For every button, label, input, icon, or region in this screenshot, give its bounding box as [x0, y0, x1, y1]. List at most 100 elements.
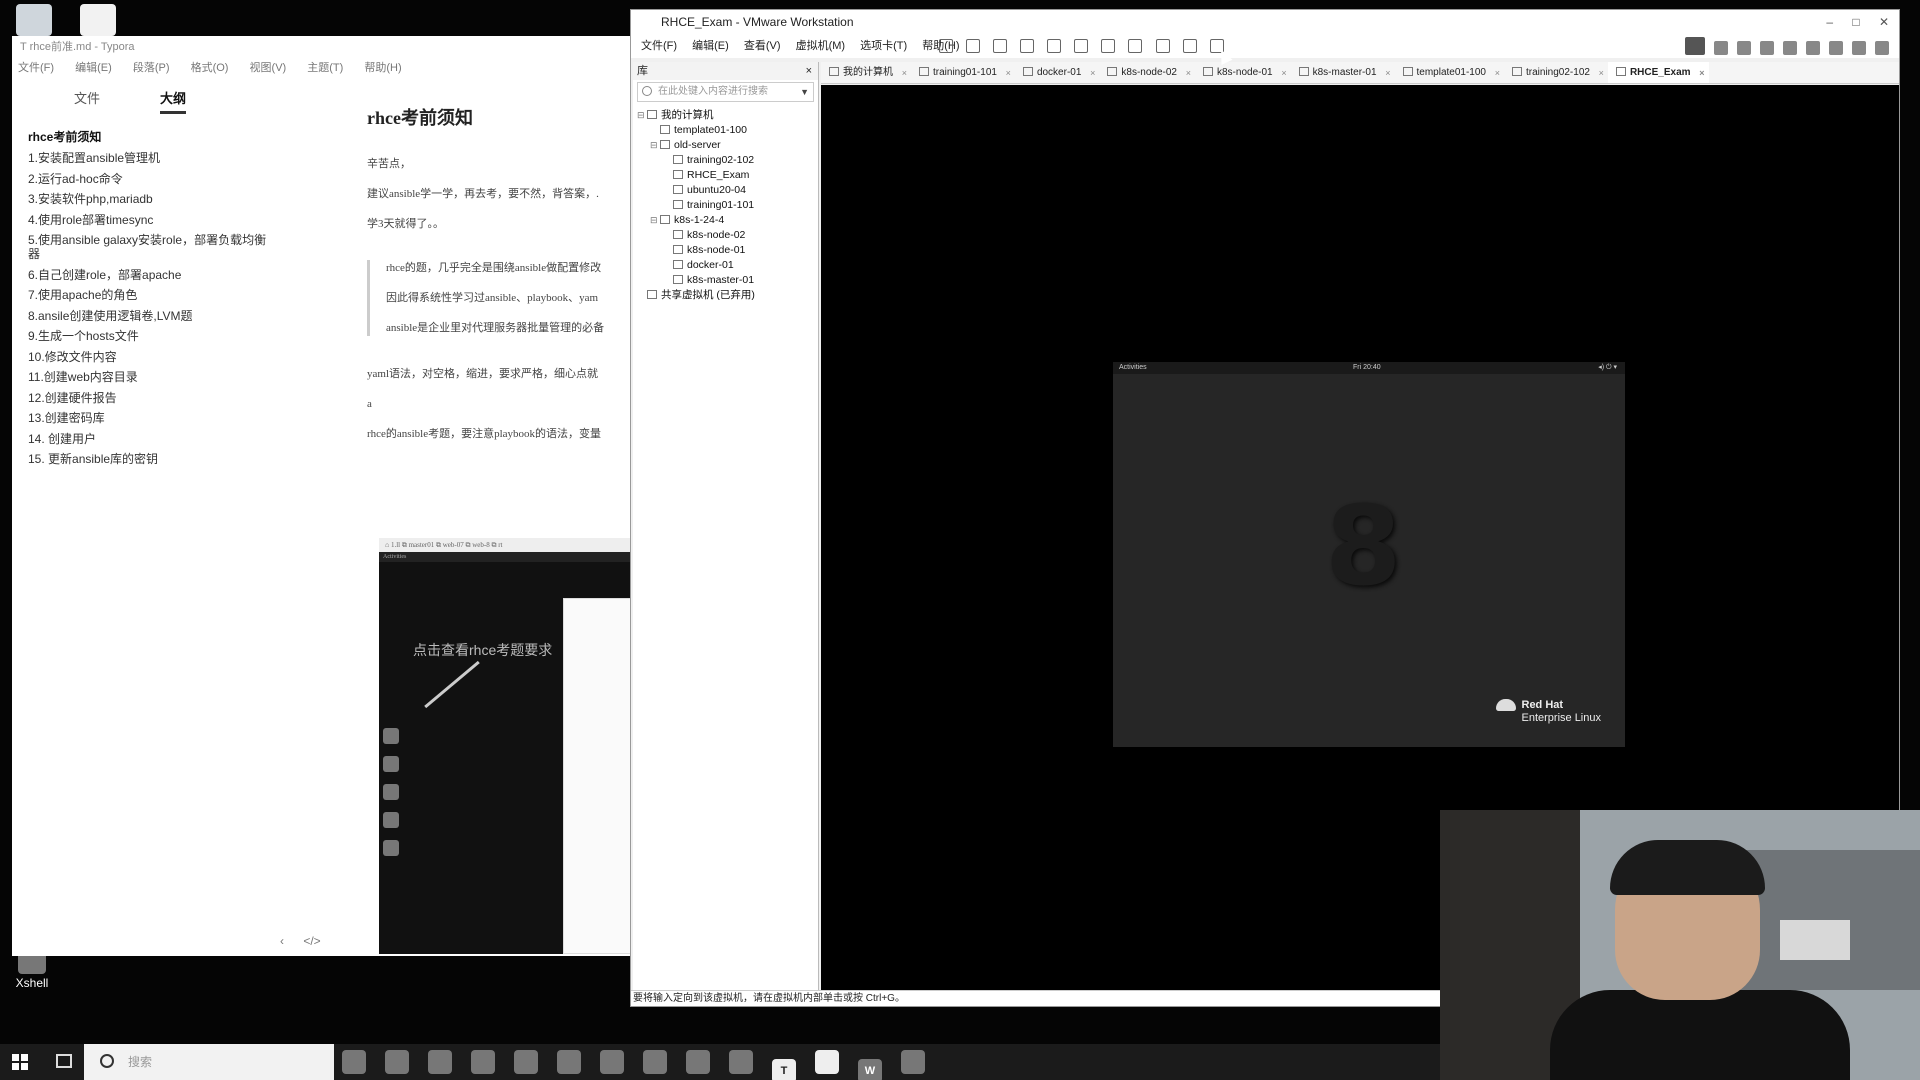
chinese-mode-icon[interactable] [1713, 41, 1728, 55]
outline-item[interactable]: 13.创建密码库 [28, 411, 268, 425]
vm-tab[interactable]: RHCE_Exam × [1607, 62, 1709, 83]
notepad-icon[interactable] [600, 1050, 624, 1074]
vpn-icon[interactable] [686, 1050, 710, 1074]
settings-icon[interactable] [1875, 41, 1889, 55]
outline-item[interactable]: 10.修改文件内容 [28, 350, 268, 364]
menu-tabs[interactable]: 选项卡(T) [860, 40, 907, 52]
clock[interactable]: Fri 20:40 [1353, 362, 1381, 374]
tree-node[interactable]: ⊟ 我的计算机 [633, 108, 818, 123]
guest-display[interactable]: Activities Fri 20:40 ◂) ⏻ ▾ 8 Red Hat En… [1113, 362, 1625, 747]
fullscreen-icon[interactable] [1128, 39, 1143, 53]
tree-node[interactable]: ⊟ old-server [633, 138, 818, 153]
close-icon[interactable]: × [806, 62, 812, 80]
close-icon[interactable]: × [1495, 62, 1500, 83]
menu-help[interactable]: 帮助(H) [364, 62, 401, 74]
remote-desktop-icon[interactable] [901, 1050, 925, 1074]
vm-tab[interactable]: template01-100 × [1395, 62, 1505, 83]
tree-toggle-icon[interactable]: ⊟ [650, 138, 660, 153]
wechat-icon[interactable] [514, 1050, 538, 1074]
close-icon[interactable]: × [1090, 62, 1095, 83]
file-explorer-icon[interactable] [729, 1050, 753, 1074]
punctuation-icon[interactable] [1736, 41, 1751, 55]
cloud-icon[interactable] [1828, 41, 1843, 55]
menu-format[interactable]: 格式(O) [191, 62, 229, 74]
vim-icon[interactable] [471, 1050, 495, 1074]
tree-node[interactable]: ubuntu20-04 [633, 183, 818, 198]
chrome-icon[interactable] [385, 1050, 409, 1074]
outline-item[interactable]: 12.创建硬件报告 [28, 391, 268, 405]
desktop-icon-xshell[interactable]: Xshell [2, 950, 62, 990]
tree-toggle-icon[interactable]: ⊟ [650, 213, 660, 228]
outline-item[interactable]: 15. 更新ansible库的密钥 [28, 452, 268, 466]
unity-icon[interactable] [1155, 39, 1170, 53]
vm-tab[interactable]: k8s-master-01 × [1291, 62, 1395, 83]
revert-snapshot-icon[interactable] [1020, 39, 1035, 53]
sogou-ime-icon[interactable] [1684, 37, 1705, 55]
typora-window[interactable]: T rhce前准.md - Typora 文件(F) 编辑(E) 段落(P) 格… [12, 36, 632, 956]
close-icon[interactable]: × [1699, 62, 1704, 83]
tree-node[interactable]: k8s-node-01 [633, 243, 818, 258]
vmware-icon[interactable] [815, 1050, 839, 1074]
tree-node[interactable]: training01-101 [633, 198, 818, 213]
wps-icon[interactable]: W [858, 1059, 882, 1080]
close-icon[interactable]: × [1186, 62, 1191, 83]
keyboard-icon[interactable] [1782, 41, 1797, 55]
outline-item[interactable]: 1.安装配置ansible管理机 [28, 151, 268, 165]
windows-start-icon[interactable] [12, 1054, 28, 1070]
outline-item[interactable]: 7.使用apache的角色 [28, 288, 268, 302]
menu-edit[interactable]: 编辑(E) [75, 62, 112, 74]
tab-files[interactable]: 文件 [74, 88, 100, 107]
tree-node[interactable]: docker-01 [633, 258, 818, 273]
back-icon[interactable]: ‹ [280, 934, 284, 948]
editor-pane[interactable]: rhce考前须知 辛苦点， 建议ansible学一学，再去考，要不然，背答案，.… [367, 104, 632, 954]
menu-file[interactable]: 文件(F) [18, 62, 54, 74]
activities-button[interactable]: Activities [1119, 364, 1147, 371]
outline-item[interactable]: 4.使用role部署timesync [28, 213, 268, 227]
menu-view[interactable]: 查看(V) [744, 40, 781, 52]
tree-node[interactable]: k8s-master-01 [633, 273, 818, 288]
close-icon[interactable]: ✕ [1879, 15, 1889, 29]
snapshot-manager-icon[interactable] [1047, 39, 1062, 53]
skin-icon[interactable] [1805, 41, 1820, 55]
vm-tab[interactable]: k8s-node-02 × [1099, 62, 1195, 83]
source-code-icon[interactable]: </> [303, 934, 320, 948]
tree-toggle-icon[interactable]: ⊟ [637, 108, 647, 123]
tree-node[interactable]: k8s-node-02 [633, 228, 818, 243]
toolbox-icon[interactable] [1851, 41, 1866, 55]
close-icon[interactable]: × [1281, 62, 1286, 83]
minimize-icon[interactable]: – [1826, 15, 1833, 29]
maximize-icon[interactable]: □ [1852, 15, 1859, 29]
tree-node[interactable]: ⊟ k8s-1-24-4 [633, 213, 818, 228]
tab-outline[interactable]: 大纲 [160, 88, 187, 114]
vm-tab[interactable]: docker-01 × [1015, 62, 1099, 83]
outline-item[interactable]: 11.创建web内容目录 [28, 370, 268, 384]
snapshot-icon[interactable] [993, 39, 1008, 53]
menu-file[interactable]: 文件(F) [641, 40, 677, 52]
screenshot-icon[interactable] [557, 1050, 581, 1074]
close-icon[interactable]: × [902, 62, 907, 83]
desktop-icon-recycle-bin[interactable] [4, 4, 64, 38]
thumbnail-view-icon[interactable] [1101, 39, 1116, 53]
menu-edit[interactable]: 编辑(E) [692, 40, 729, 52]
menu-vm[interactable]: 虚拟机(M) [796, 40, 846, 52]
taskbar-search-input[interactable]: 搜索 [84, 1044, 334, 1080]
menu-paragraph[interactable]: 段落(P) [133, 62, 170, 74]
outline-heading[interactable]: rhce考前须知 [28, 128, 268, 145]
desktop-icon-vmware[interactable] [68, 4, 128, 38]
vm-tab[interactable]: 我的计算机 × [821, 62, 911, 83]
outline-item[interactable]: 14. 创建用户 [28, 432, 268, 446]
outline-item[interactable]: 6.自己创建role，部署apache [28, 268, 268, 282]
library-search-input[interactable]: 在此处键入内容进行搜索 ▼ [637, 82, 814, 102]
tree-node[interactable]: RHCE_Exam [633, 168, 818, 183]
tree-node[interactable]: training02-102 [633, 153, 818, 168]
outline-item[interactable]: 3.安装软件php,mariadb [28, 192, 268, 206]
tree-node[interactable]: 共享虚拟机 (已弃用) [633, 288, 818, 303]
store-icon[interactable] [643, 1050, 667, 1074]
close-icon[interactable]: × [1599, 62, 1604, 83]
microphone-icon[interactable] [1759, 41, 1774, 55]
system-menu[interactable]: ◂) ⏻ ▾ [1598, 362, 1617, 374]
task-view-icon[interactable] [56, 1054, 72, 1068]
tree-node[interactable]: template01-100 [633, 123, 818, 138]
library-view-icon[interactable] [1074, 39, 1089, 53]
edge-icon[interactable] [428, 1050, 452, 1074]
